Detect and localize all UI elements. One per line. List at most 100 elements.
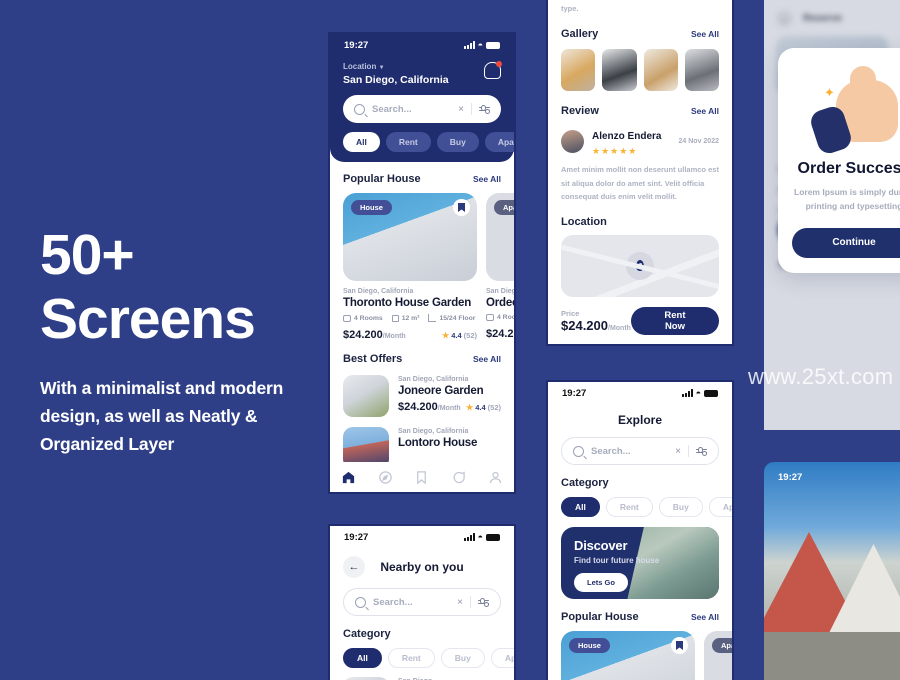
property-price: $24.200/Month (343, 329, 406, 341)
review-date: 24 Nov 2022 (678, 138, 719, 146)
chip-all[interactable]: All (343, 648, 382, 668)
location-map[interactable] (561, 234, 719, 297)
property-image: Apartment (486, 193, 514, 281)
see-all-link[interactable]: See All (473, 174, 501, 184)
property-card[interactable]: House (561, 631, 695, 680)
chip-rent[interactable]: Rent (605, 497, 653, 517)
property-price-row: $24.200/Month ★ 4.4 (52) (343, 329, 477, 341)
category-chips: All Rent Buy Apartment (343, 648, 514, 668)
search-bar[interactable]: Search... × (343, 95, 501, 123)
chip-buy[interactable]: Buy (440, 648, 485, 668)
section-title: Review (561, 105, 599, 118)
property-description: the 1500s, when an unknown printer took … (561, 0, 707, 14)
search-icon (354, 103, 365, 115)
search-bar[interactable]: Search... × (561, 437, 719, 465)
compass-icon[interactable] (378, 470, 393, 485)
chip-apartment[interactable]: Apartment (708, 497, 732, 517)
lets-go-button[interactable]: Lets Go (574, 573, 628, 592)
back-button[interactable]: ← (343, 556, 365, 578)
fact-area: 12 m² (391, 314, 419, 322)
clear-icon[interactable]: × (675, 446, 681, 457)
divider (470, 596, 471, 608)
chat-icon[interactable] (451, 470, 466, 485)
best-offers-header: Best Offers See All (343, 353, 501, 365)
wifi-icon: ◓ (477, 39, 483, 50)
bookmark-icon[interactable] (414, 470, 429, 485)
section-title: Popular House (343, 173, 421, 185)
discover-subtitle: Find tour future house (574, 556, 660, 565)
property-card[interactable]: House San Diego, California Thoronto Hou… (343, 193, 477, 341)
search-bar[interactable]: Search... × (343, 588, 501, 616)
home-icon[interactable] (341, 470, 356, 485)
bottom-navigation (330, 462, 514, 492)
promo-headline-line2: Screens (40, 286, 256, 351)
property-facts: 4 Rooms (486, 314, 514, 321)
gallery-thumb[interactable] (684, 49, 719, 92)
chevron-down-icon[interactable]: ▼ (379, 65, 385, 71)
panel-house-photo: 19:27 (764, 462, 900, 680)
price-label: Price (561, 308, 580, 318)
property-card-list: House Apartment (561, 631, 732, 680)
property-card[interactable]: Apartment (704, 631, 732, 680)
chip-rent[interactable]: Rent (385, 132, 431, 152)
see-all-link[interactable]: See All (691, 106, 719, 116)
bookmark-icon[interactable] (671, 637, 688, 654)
see-all-link[interactable]: See All (473, 354, 501, 364)
status-bar: 19:27 ◓ (548, 382, 732, 404)
phone-home-screen: 19:27 ◓ Location ▼ San Diego, California (328, 32, 516, 494)
property-card[interactable]: Apartment San Diego, Ca Ordeo G 4 Rooms … (486, 193, 516, 341)
status-icons: ◓ (463, 39, 500, 50)
see-all-link[interactable]: See All (691, 612, 719, 622)
battery-icon (486, 41, 500, 49)
list-item[interactable]: San Diego, California Joneore Garden $24… (343, 375, 501, 417)
phone-nearby-screen: 19:27 ◓ ← Nearby on you Search... × Cate… (328, 524, 516, 680)
home-body: Popular House See All House San Diego, C… (330, 162, 514, 469)
wifi-icon: ◓ (695, 387, 701, 398)
floor-icon (428, 314, 437, 322)
search-input[interactable]: Search... (372, 104, 451, 115)
chip-buy[interactable]: Buy (658, 497, 703, 517)
offer-location: San Diego, California (398, 428, 469, 435)
chip-all[interactable]: All (343, 132, 380, 152)
search-input[interactable]: Search... (591, 446, 668, 457)
reviewer-name: Alenzo Endera (592, 131, 662, 143)
continue-button[interactable]: Continue (792, 227, 900, 258)
property-title: Ordeo G (486, 297, 516, 309)
filter-icon[interactable] (478, 597, 490, 609)
location-row[interactable]: Location ▼ San Diego, California (330, 56, 514, 86)
location-label: Location ▼ (343, 62, 385, 71)
category-chips: All Rent Buy Apartment (561, 497, 732, 517)
battery-icon (486, 533, 500, 541)
offer-title: Lontoro House (398, 437, 478, 449)
bookmark-icon[interactable] (453, 199, 470, 216)
property-price-row: $24.200/M (486, 328, 514, 340)
back-button[interactable]: ← (776, 10, 793, 27)
chip-rent[interactable]: Rent (387, 648, 435, 668)
chip-apartment[interactable]: Apartment (490, 648, 514, 668)
gallery-thumb[interactable] (602, 49, 637, 92)
clear-icon[interactable]: × (457, 597, 463, 608)
bed-icon (343, 314, 351, 322)
promo-subtext: With a minimalist and modern design, as … (40, 377, 284, 455)
area-icon (391, 314, 399, 322)
offer-price: $24.200/Month (398, 401, 461, 413)
promo-headline: 50+ Screens (40, 227, 330, 351)
profile-icon[interactable] (488, 470, 503, 485)
see-all-link[interactable]: See All (691, 29, 719, 39)
popular-house-header: Popular House See All (561, 611, 719, 623)
rent-now-button[interactable]: Rent Now (630, 306, 719, 335)
gallery-thumb[interactable] (561, 49, 596, 92)
chip-all[interactable]: All (561, 497, 600, 517)
gallery-thumb[interactable] (643, 49, 678, 92)
section-title: Gallery (561, 28, 599, 41)
status-icons: ◓ (463, 532, 500, 542)
rating-stars: ★★★★★ (592, 146, 638, 157)
chip-apartment[interactable]: Apartment (484, 132, 514, 152)
notification-bell-button[interactable] (484, 61, 502, 79)
discover-banner[interactable]: Discover Find tour future house Lets Go (561, 527, 719, 599)
search-input[interactable]: Search... (373, 597, 450, 608)
chip-buy[interactable]: Buy (436, 132, 479, 152)
clear-icon[interactable]: × (458, 104, 464, 115)
filter-icon[interactable] (696, 446, 708, 458)
filter-icon[interactable] (479, 104, 491, 116)
